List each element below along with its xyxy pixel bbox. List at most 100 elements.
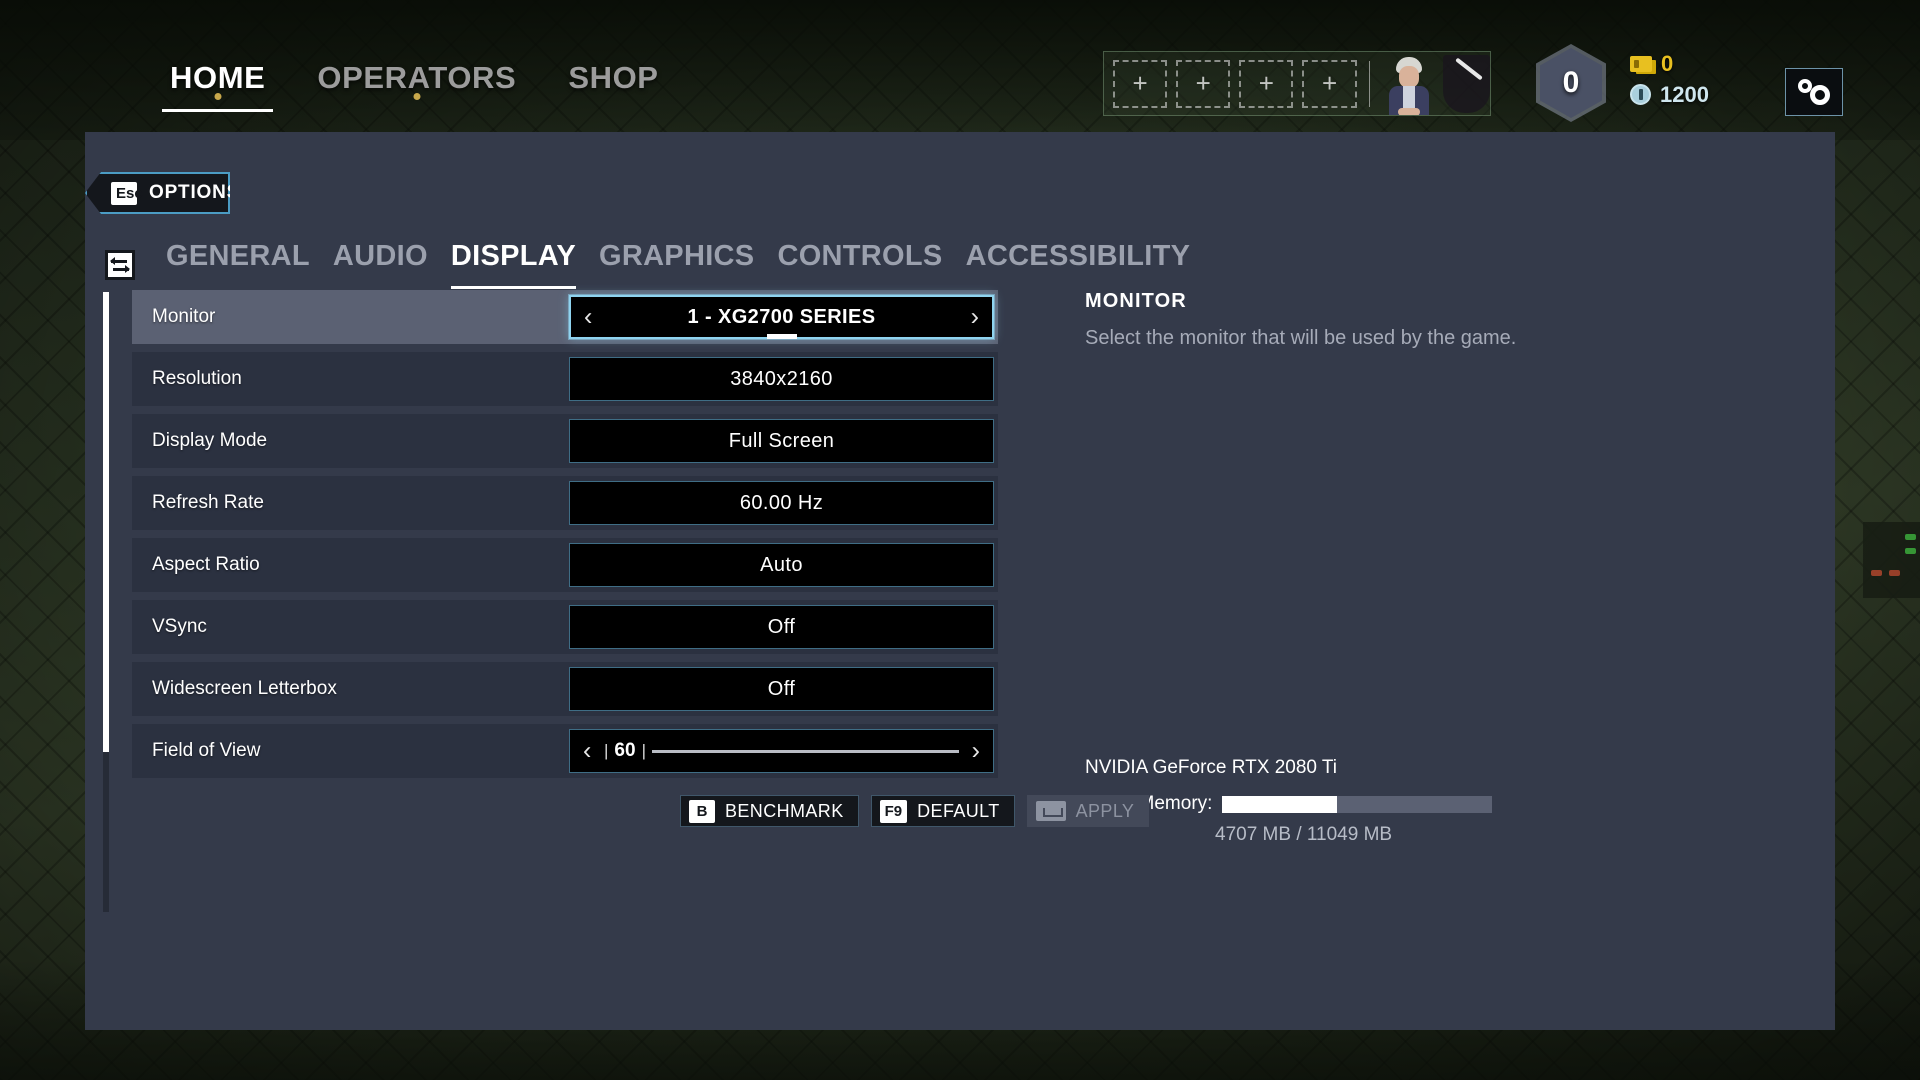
- tab-graphics-label: GRAPHICS: [598, 240, 755, 272]
- setting-row[interactable]: VSync Off: [132, 600, 998, 654]
- settings-tab-bar: GENERAL AUDIO DISPLAY GRAPHICS CONTROLS …: [105, 240, 1190, 289]
- settings-scrollbar-track[interactable]: [103, 292, 109, 912]
- ticket-icon: [1630, 55, 1652, 72]
- player-level-value: 0: [1562, 66, 1580, 99]
- tab-graphics[interactable]: GRAPHICS: [599, 240, 754, 289]
- ticket-currency-row: 0: [1630, 48, 1770, 79]
- key-b-badge: B: [689, 799, 715, 823]
- nav-item-operators[interactable]: OPERATORS: [309, 60, 524, 112]
- nav-item-shop-label: SHOP: [568, 60, 659, 95]
- setting-control[interactable]: 60.00 Hz: [569, 481, 994, 525]
- slider-value: 60: [614, 740, 636, 761]
- setting-row[interactable]: Resolution 3840x2160: [132, 352, 998, 406]
- gpu-name: NVIDIA GeForce RTX 2080 Ti: [1085, 757, 1338, 778]
- hud-slot-3[interactable]: +: [1239, 59, 1294, 108]
- video-memory-text: 4707 MB / 11049 MB: [1215, 824, 1393, 845]
- setting-control[interactable]: Auto: [569, 543, 994, 587]
- key-f9-badge: F9: [879, 799, 908, 823]
- setting-control[interactable]: Off: [569, 667, 994, 711]
- settings-list: Monitor ‹ › 1 - XG2700 SERIES Resolution 3840…: [132, 290, 998, 786]
- nav-item-home[interactable]: HOME: [162, 60, 274, 112]
- tab-controls[interactable]: CONTROLS: [777, 240, 942, 289]
- benchmark-button-label: BENCHMARK: [725, 800, 844, 821]
- settings-button[interactable]: [1785, 68, 1843, 116]
- setting-label: Field of View: [152, 740, 261, 761]
- setting-info-description: Select the monitor that will be used by …: [1085, 327, 1517, 349]
- nav-item-operators-label: OPERATORS: [317, 60, 517, 95]
- apply-button-label: APPLY: [1075, 800, 1135, 821]
- setting-label: Display Mode: [152, 430, 268, 451]
- options-action-buttons: B BENCHMARK F9 DEFAULT APPLY: [680, 795, 1150, 827]
- video-memory-row: Video Memory:: [1085, 793, 1785, 815]
- options-panel: Esc OPTIONS GENERAL AUDIO DISPLAY GRAPHI…: [85, 132, 1835, 1030]
- nav-item-shop[interactable]: SHOP: [560, 60, 666, 112]
- slider-tick-handle[interactable]: |: [642, 741, 646, 761]
- gpu-info: NVIDIA GeForce RTX 2080 Ti Video Memory:…: [1085, 757, 1785, 846]
- setting-row[interactable]: Refresh Rate 60.00 Hz: [132, 476, 998, 530]
- weapon-icon[interactable]: [1443, 54, 1491, 113]
- hud-slot-2[interactable]: +: [1176, 59, 1231, 108]
- setting-value: 3840x2160: [730, 367, 833, 390]
- gear-icon: [1798, 79, 1830, 105]
- credit-icon: [1630, 84, 1651, 105]
- setting-value: Off: [767, 677, 796, 700]
- tab-general-label: GENERAL: [166, 240, 310, 272]
- plus-icon: +: [1132, 68, 1148, 98]
- tab-controls-label: CONTROLS: [777, 240, 943, 272]
- setting-value: Auto: [760, 553, 803, 576]
- tab-audio[interactable]: AUDIO: [333, 240, 428, 289]
- setting-row[interactable]: Display Mode Full Screen: [132, 414, 998, 468]
- plus-icon: +: [1258, 68, 1274, 98]
- credit-amount: 1200: [1660, 81, 1709, 107]
- default-button[interactable]: F9 DEFAULT: [870, 795, 1015, 827]
- plus-icon: +: [1195, 68, 1211, 98]
- nav-dot-operators: [413, 93, 421, 100]
- chevron-left-icon[interactable]: ‹: [584, 304, 592, 330]
- main-nav-items: HOME OPERATORS SHOP: [162, 60, 667, 112]
- ticket-amount: 0: [1661, 50, 1674, 76]
- currency-display: 0 1200: [1630, 48, 1770, 110]
- hud-slot-4[interactable]: +: [1302, 59, 1357, 108]
- chevron-left-icon[interactable]: ‹: [583, 738, 591, 764]
- tab-general[interactable]: GENERAL: [166, 240, 310, 289]
- setting-label: Monitor: [152, 306, 216, 327]
- setting-control[interactable]: Off: [569, 605, 994, 649]
- tab-display[interactable]: DISPLAY: [450, 240, 577, 289]
- setting-row[interactable]: Widescreen Letterbox Off: [132, 662, 998, 716]
- setting-value: 1 - XG2700 SERIES: [687, 305, 876, 328]
- plus-icon: +: [1321, 68, 1338, 98]
- setting-control[interactable]: Full Screen: [569, 419, 994, 463]
- settings-scrollbar-thumb[interactable]: [103, 292, 109, 752]
- nav-underline-home: [162, 109, 274, 112]
- operator-avatar[interactable]: [1380, 53, 1432, 115]
- tab-audio-label: AUDIO: [332, 240, 428, 272]
- spacebar-icon: [1035, 801, 1066, 821]
- setting-row[interactable]: Monitor ‹ › 1 - XG2700 SERIES: [132, 290, 998, 344]
- benchmark-button[interactable]: B BENCHMARK: [680, 795, 859, 827]
- apply-button: APPLY: [1026, 795, 1150, 827]
- chevron-right-icon[interactable]: ›: [972, 738, 980, 764]
- tab-accessibility[interactable]: ACCESSIBILITY: [966, 240, 1191, 289]
- setting-label: Resolution: [152, 368, 242, 389]
- hud-slot-1[interactable]: +: [1113, 59, 1168, 108]
- slider-track[interactable]: [651, 749, 959, 753]
- setting-label: Refresh Rate: [152, 492, 264, 513]
- setting-row[interactable]: Aspect Ratio Auto: [132, 538, 998, 592]
- setting-value: 60.00 Hz: [739, 491, 824, 514]
- esc-key-badge: Esc: [111, 181, 143, 205]
- setting-info-title: MONITOR: [1085, 290, 1187, 312]
- slider-tick-start: |: [604, 741, 609, 760]
- tab-display-label: DISPLAY: [450, 240, 576, 272]
- slider[interactable]: | 60 |: [604, 740, 959, 762]
- chevron-right-icon[interactable]: ›: [971, 304, 979, 330]
- video-memory-bar: [1222, 795, 1493, 813]
- setting-control[interactable]: ‹ › 1 - XG2700 SERIES: [569, 295, 994, 339]
- setting-row[interactable]: Field of View ‹ › | 60 |: [132, 724, 998, 778]
- player-level-badge: 0: [1536, 44, 1606, 122]
- video-memory-bar-fill: [1222, 795, 1338, 813]
- setting-control[interactable]: 3840x2160: [569, 357, 994, 401]
- setting-value: Off: [767, 615, 796, 638]
- setting-control[interactable]: ‹ › | 60 |: [569, 729, 994, 773]
- back-to-options-button[interactable]: Esc OPTIONS: [85, 172, 230, 214]
- selection-indicator: [766, 334, 797, 339]
